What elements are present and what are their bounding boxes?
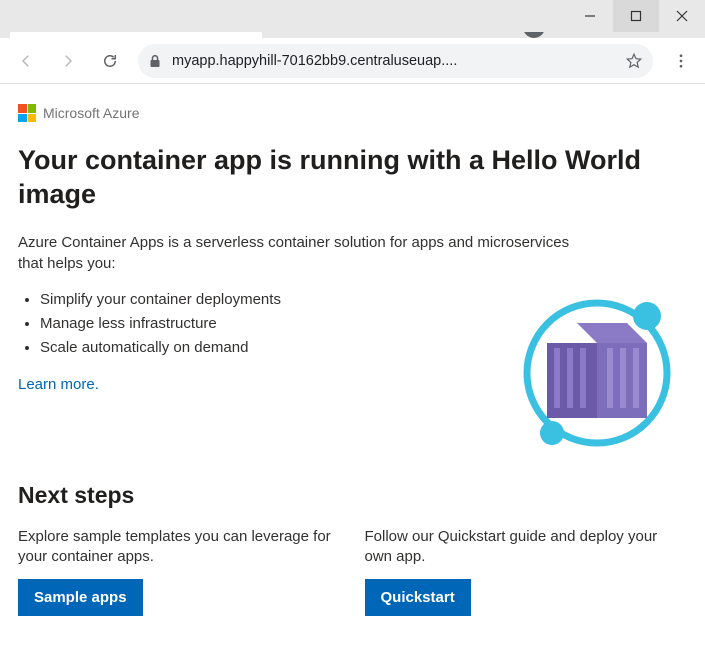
brand-row: Microsoft Azure — [18, 104, 687, 122]
column-text: Follow our Quickstart guide and deploy y… — [365, 527, 688, 568]
nav-forward-button[interactable] — [50, 43, 86, 79]
url-text: myapp.happyhill-70162bb9.centraluseuap..… — [172, 53, 615, 69]
container-illustration — [507, 288, 687, 458]
intro-paragraph: Azure Container Apps is a serverless con… — [18, 232, 578, 274]
brand-text: Microsoft Azure — [43, 105, 139, 121]
column-text: Explore sample templates you can leverag… — [18, 527, 341, 568]
list-item: Simplify your container deployments — [40, 288, 487, 312]
page-heading: Your container app is running with a Hel… — [18, 144, 687, 212]
next-steps-heading: Next steps — [18, 482, 687, 509]
nav-back-button[interactable] — [8, 43, 44, 79]
address-bar[interactable]: myapp.happyhill-70162bb9.centraluseuap..… — [138, 44, 653, 78]
list-item: Manage less infrastructure — [40, 312, 487, 336]
learn-more-link[interactable]: Learn more. — [18, 376, 99, 393]
page-content: Microsoft Azure Your container app is ru… — [0, 84, 705, 616]
feature-list: Simplify your container deployments Mana… — [18, 288, 487, 360]
nav-reload-button[interactable] — [92, 43, 128, 79]
window-close-button[interactable] — [659, 0, 705, 32]
window-controls — [0, 0, 705, 32]
column-quickstart: Follow our Quickstart guide and deploy y… — [365, 527, 688, 617]
microsoft-logo-icon — [18, 104, 36, 122]
bookmark-star-icon[interactable] — [625, 52, 643, 70]
lock-icon — [148, 54, 162, 68]
window-maximize-button[interactable] — [613, 0, 659, 32]
quickstart-button[interactable]: Quickstart — [365, 579, 471, 616]
sample-apps-button[interactable]: Sample apps — [18, 579, 143, 616]
browser-menu-button[interactable] — [663, 43, 699, 79]
window-minimize-button[interactable] — [567, 0, 613, 32]
browser-toolbar: myapp.happyhill-70162bb9.centraluseuap..… — [0, 38, 705, 84]
list-item: Scale automatically on demand — [40, 336, 487, 360]
column-sample-apps: Explore sample templates you can leverag… — [18, 527, 341, 617]
